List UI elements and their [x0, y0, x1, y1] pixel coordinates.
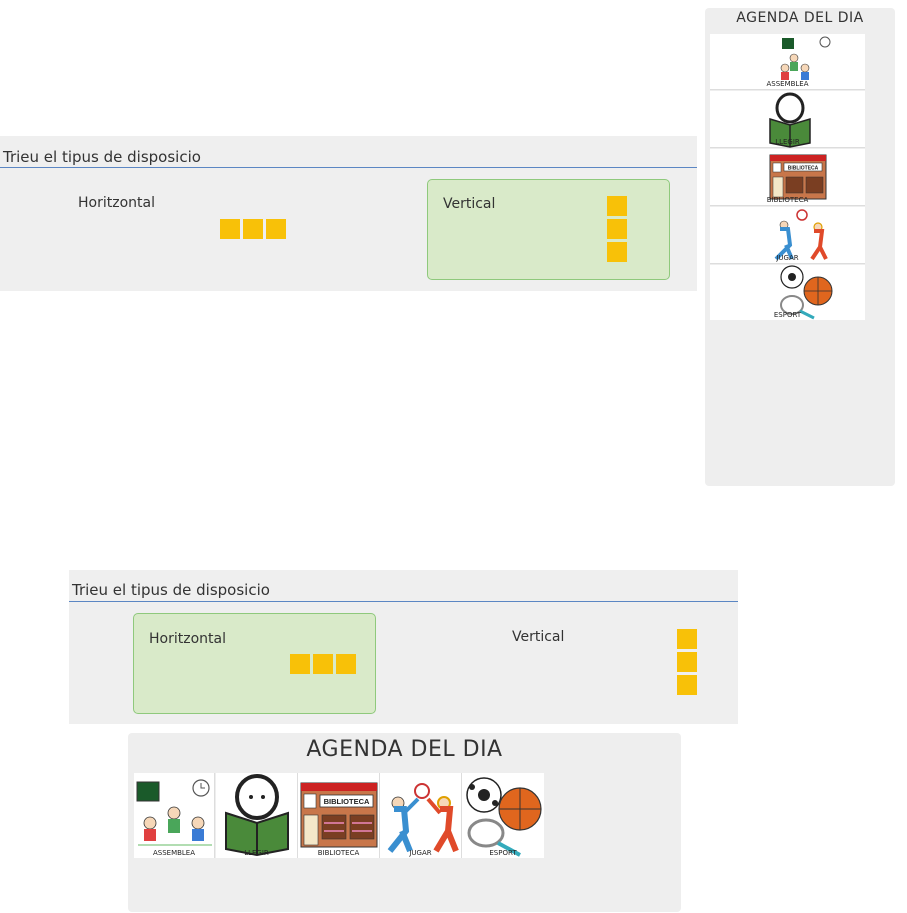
- option-vertical[interactable]: Vertical: [427, 179, 670, 280]
- playing-icon: [387, 783, 459, 853]
- agenda-card-label: ASSEMBLEA: [766, 80, 809, 88]
- agenda-card[interactable]: ASSEMBLEA: [134, 773, 215, 858]
- option-horizontal-label: Horitzontal: [78, 195, 155, 211]
- agenda-card-label: BIBLIOTECA: [766, 196, 809, 204]
- agenda-title: AGENDA DEL DIA: [306, 737, 503, 762]
- agenda-title: AGENDA DEL DIA: [736, 10, 864, 26]
- option-vertical-label: Vertical: [443, 196, 496, 212]
- agenda-card[interactable]: ESPORT: [710, 265, 865, 320]
- agenda-horizontal: AGENDA DEL DIA ASSEMBLEA LLEGIR BIBLIOTE…: [128, 733, 681, 912]
- sport-icon: [466, 777, 542, 857]
- layout-chooser-title: Trieu el tipus de disposicio: [3, 148, 201, 166]
- agenda-card[interactable]: JUGAR: [710, 207, 865, 264]
- title-divider: [0, 167, 697, 168]
- agenda-card[interactable]: ASSEMBLEA: [710, 34, 865, 90]
- svg-text:BIBLIOTECA: BIBLIOTECA: [788, 166, 819, 172]
- layout-square: [677, 652, 697, 672]
- agenda-card[interactable]: JUGAR: [380, 773, 462, 858]
- agenda-card-label: LLEGIR: [244, 849, 269, 857]
- layout-square: [607, 242, 627, 262]
- layout-square: [290, 654, 310, 674]
- agenda-card[interactable]: BIBLIOTECA BIBLIOTECA: [710, 149, 865, 206]
- option-horizontal[interactable]: Horitzontal: [64, 180, 304, 280]
- layout-square: [243, 219, 263, 239]
- agenda-card[interactable]: LLEGIR: [710, 91, 865, 148]
- layout-square: [313, 654, 333, 674]
- agenda-card-label: JUGAR: [776, 254, 799, 262]
- library-icon: BIBLIOTECA: [300, 782, 378, 848]
- reading-icon: [225, 774, 289, 857]
- option-vertical-label: Vertical: [512, 629, 565, 645]
- agenda-card[interactable]: ESPORT: [462, 773, 544, 858]
- agenda-card-label: ESPORT: [489, 849, 517, 857]
- svg-text:BIBLIOTECA: BIBLIOTECA: [324, 797, 370, 806]
- agenda-card-label: LLEGIR: [775, 138, 800, 146]
- agenda-card-label: ESPORT: [773, 311, 802, 319]
- agenda-card-label: BIBLIOTECA: [317, 849, 360, 857]
- layout-chooser-bottom: Trieu el tipus de disposicio Horitzontal…: [69, 570, 738, 724]
- layout-square: [607, 196, 627, 216]
- layout-square: [220, 219, 240, 239]
- layout-square: [607, 219, 627, 239]
- agenda-vertical: AGENDA DEL DIA ASSEMBLEA LLEGIR BIBLIOTE…: [705, 8, 895, 486]
- layout-chooser-top: Trieu el tipus de disposicio Horitzontal…: [0, 136, 697, 291]
- layout-square: [677, 675, 697, 695]
- title-divider: [69, 601, 738, 602]
- layout-square: [266, 219, 286, 239]
- option-horizontal[interactable]: Horitzontal: [133, 613, 376, 714]
- layout-chooser-title: Trieu el tipus de disposicio: [72, 581, 270, 599]
- agenda-card[interactable]: BIBLIOTECA BIBLIOTECA: [298, 773, 380, 858]
- agenda-card-label: JUGAR: [409, 849, 432, 857]
- agenda-card[interactable]: LLEGIR: [216, 773, 298, 858]
- option-vertical[interactable]: Vertical: [498, 613, 738, 714]
- assembly-icon: [136, 779, 212, 846]
- option-horizontal-label: Horitzontal: [149, 631, 226, 647]
- layout-square: [336, 654, 356, 674]
- agenda-card-label: ASSEMBLEA: [152, 849, 196, 857]
- layout-square: [677, 629, 697, 649]
